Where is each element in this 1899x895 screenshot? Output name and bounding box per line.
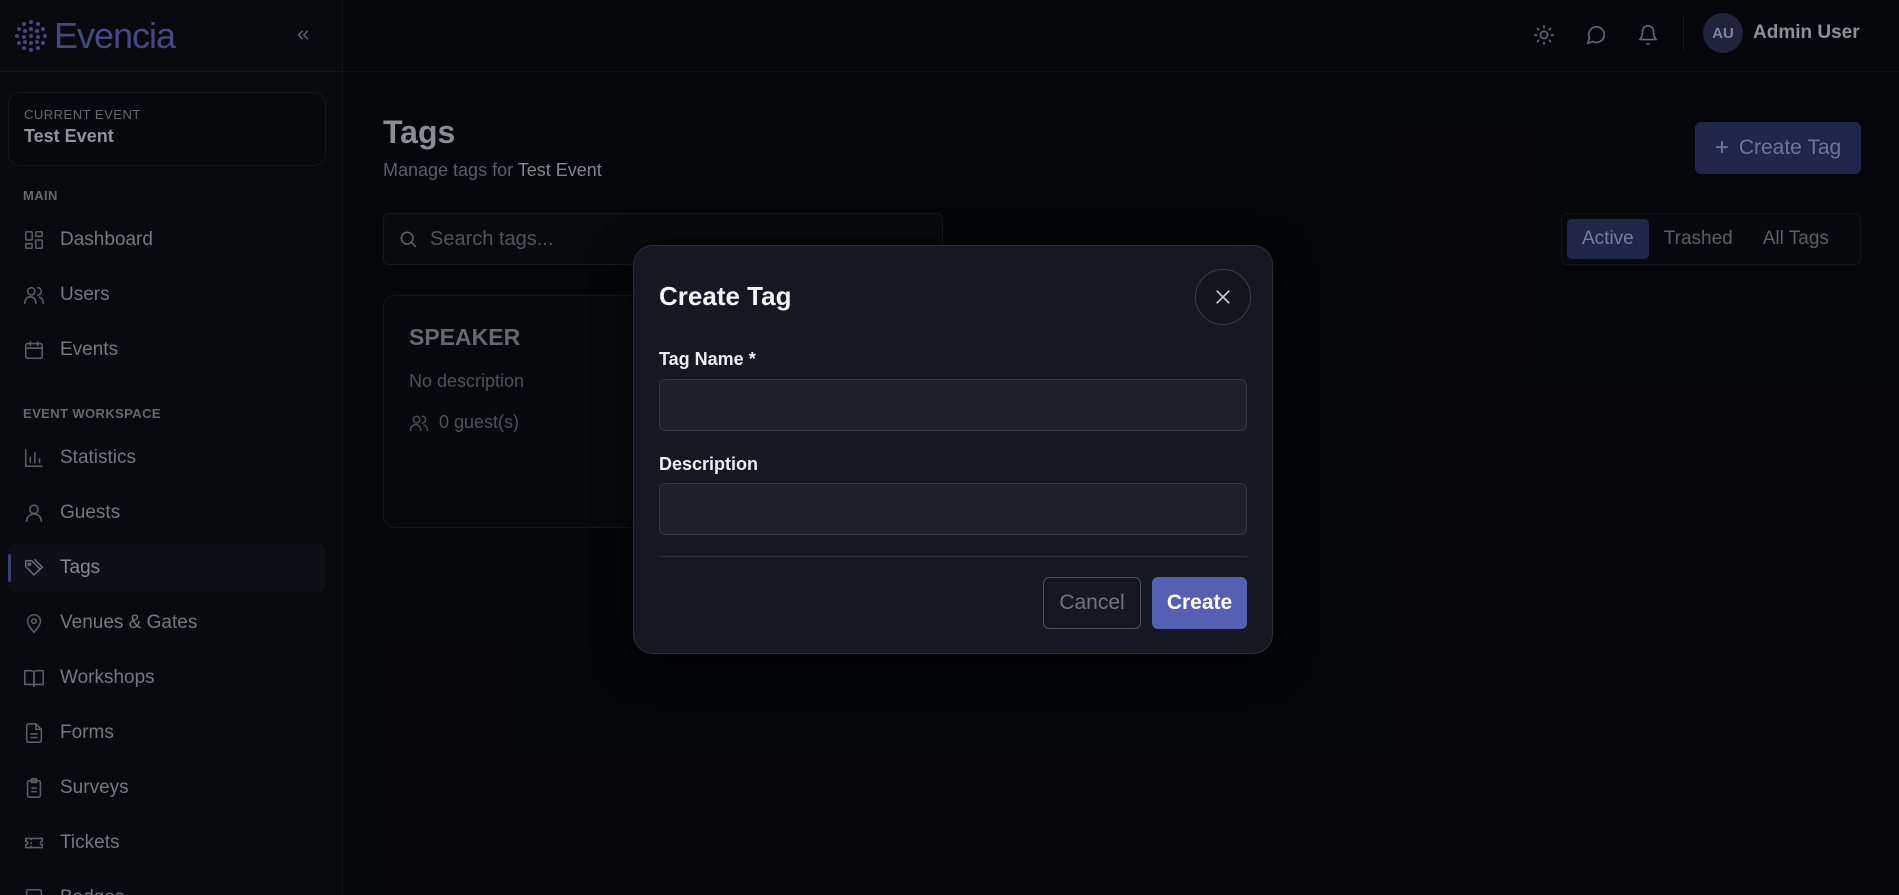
description-label: Description <box>659 454 759 474</box>
close-icon <box>1216 290 1230 304</box>
tag-name-label: Tag Name * <box>659 349 756 369</box>
dialog-title: Create Tag <box>659 281 792 311</box>
tag-name-field[interactable] <box>659 379 1247 431</box>
dialog-divider <box>659 556 1247 557</box>
create-tag-dialog: Create Tag Tag Name * Description Cancel… <box>633 245 1273 654</box>
close-dialog-button[interactable] <box>1195 269 1251 325</box>
description-field[interactable] <box>659 483 1247 535</box>
cancel-button[interactable]: Cancel <box>1043 577 1141 629</box>
create-button[interactable]: Create <box>1152 577 1247 629</box>
